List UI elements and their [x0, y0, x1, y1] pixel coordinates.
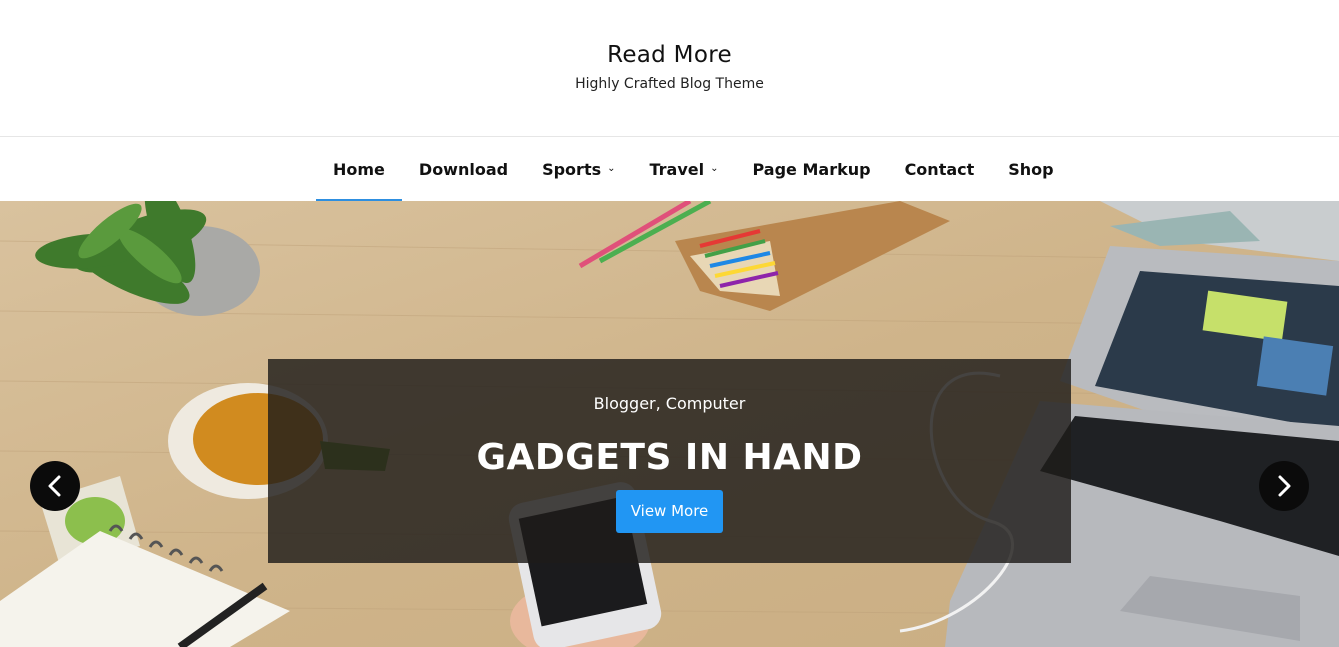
nav-item-contact[interactable]: Contact [888, 137, 992, 201]
nav-item-label: Travel [649, 159, 705, 179]
chevron-left-icon [48, 475, 61, 497]
slider-prev-button[interactable] [30, 461, 80, 511]
site-tagline: Highly Crafted Blog Theme [575, 76, 764, 92]
nav-item-label: Download [418, 159, 509, 179]
nav-item-shop[interactable]: Shop [991, 137, 1070, 201]
slider-next-button[interactable] [1259, 461, 1309, 511]
nav-item-label: Page Markup [752, 159, 871, 179]
nav-item-label: Shop [1008, 159, 1054, 179]
slide-categories[interactable]: Blogger, Computer [268, 394, 1071, 413]
main-navigation: Home Download Sports ⌄ Travel ⌄ Page Marku… [0, 136, 1339, 202]
nav-item-download[interactable]: Download [402, 137, 525, 201]
nav-item-travel[interactable]: Travel ⌄ [633, 137, 736, 201]
chevron-right-icon [1278, 475, 1291, 497]
slide-title[interactable]: GADGETS IN HAND [268, 437, 1071, 478]
nav-item-sports[interactable]: Sports ⌄ [525, 137, 632, 201]
nav-item-label: Sports [542, 159, 602, 179]
chevron-down-icon: ⌄ [710, 162, 719, 174]
hero-slider: Blogger, Computer GADGETS IN HAND View M… [0, 201, 1339, 647]
site-title[interactable]: Read More [0, 42, 1339, 68]
nav-item-label: Home [333, 159, 385, 179]
nav-item-page-markup[interactable]: Page Markup [736, 137, 888, 201]
nav-menu: Home Download Sports ⌄ Travel ⌄ Page Marku… [316, 137, 1071, 202]
site-header: Read More Highly Crafted Blog Theme [0, 0, 1339, 136]
nav-item-label: Contact [904, 159, 975, 179]
view-more-button[interactable]: View More [616, 490, 723, 533]
nav-item-home[interactable]: Home [316, 137, 402, 202]
chevron-down-icon: ⌄ [607, 162, 616, 174]
slide-caption-box: Blogger, Computer GADGETS IN HAND View M… [268, 359, 1071, 563]
